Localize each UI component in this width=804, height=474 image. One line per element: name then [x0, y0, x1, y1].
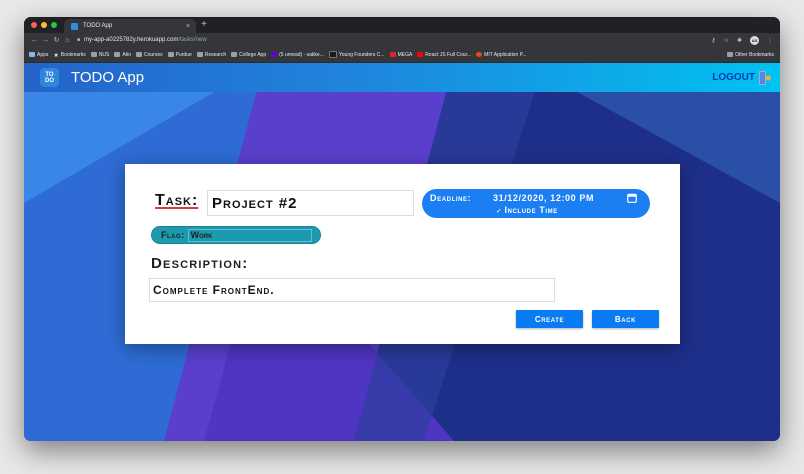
description-label: Description:	[151, 255, 249, 272]
forward-arrow-icon[interactable]: →	[40, 37, 51, 44]
bookmark-label: Courses	[144, 51, 163, 58]
deadline-value: 31/12/2020, 12:00 PM	[493, 193, 595, 203]
include-time-label: Include Time	[504, 205, 558, 215]
bookmark-courses[interactable]: Courses	[136, 52, 163, 58]
url-path: /tasks/new	[178, 37, 207, 43]
bookmark-apps[interactable]: Apps	[29, 52, 48, 58]
minimize-window-button[interactable]	[41, 22, 47, 28]
flag-field: Flag:	[151, 226, 321, 244]
window-controls	[31, 22, 57, 28]
bookmark-label: Other Bookmarks	[735, 51, 774, 58]
create-button[interactable]: Create	[516, 310, 583, 328]
mit-icon	[476, 52, 483, 57]
bookmark-label: Apps	[37, 51, 49, 58]
new-tab-button[interactable]: +	[201, 19, 207, 31]
folder-icon	[136, 52, 142, 57]
todo-favicon-icon	[71, 22, 78, 30]
bookmark-label: Purdue	[175, 51, 192, 58]
bookmark-label: NUS	[98, 51, 110, 58]
folder-icon	[167, 52, 174, 57]
back-arrow-icon[interactable]: ←	[29, 37, 40, 44]
maximize-window-button[interactable]	[51, 22, 57, 28]
bookmarks-bar: Apps ★ Bookmarks NUS Atin Courses Purdue …	[24, 47, 780, 63]
logo-text-bottom: DO	[45, 77, 54, 84]
browser-toolbar: ← → ↻ ⌂ ■ my-app-a0225782y.herokuapp.com…	[24, 33, 780, 47]
url-host: my-app-a0225782y.herokuapp.com	[84, 37, 179, 43]
tab-title: TODO App	[83, 23, 113, 29]
close-window-button[interactable]	[31, 22, 37, 28]
task-name-input[interactable]	[207, 190, 414, 216]
bookmark-label: Atin	[122, 51, 131, 58]
home-icon[interactable]: ⌂	[62, 37, 73, 44]
deadline-picker[interactable]: Deadline: 31/12/2020, 12:00 PM ✓ Include …	[422, 189, 650, 218]
other-bookmarks[interactable]: Other Bookmarks	[727, 52, 774, 58]
key-icon[interactable]: ⚷	[711, 37, 715, 44]
bookmark-label: React JS Full Cour...	[425, 51, 472, 58]
yf-icon	[328, 51, 337, 58]
bookmark-college-app[interactable]: College App	[231, 52, 266, 58]
folder-icon	[114, 52, 121, 57]
include-time-option[interactable]: ✓ Include Time	[496, 205, 558, 215]
app-title: TODO App	[71, 69, 145, 86]
extensions-puzzle-icon[interactable]: ✱	[737, 37, 742, 44]
star-icon: ★	[53, 53, 59, 59]
calendar-icon[interactable]	[627, 193, 637, 203]
bookmark-purdue[interactable]: Purdue	[167, 51, 192, 58]
folder-icon	[727, 52, 734, 57]
browser-tab[interactable]: TODO App ×	[64, 19, 196, 33]
tab-strip: TODO App × +	[24, 17, 780, 33]
task-label: Task:	[155, 192, 199, 209]
folder-icon	[90, 52, 97, 57]
youtube-icon	[417, 52, 424, 57]
bookmark-mega[interactable]: MEGA	[389, 51, 413, 58]
bookmark-yahoo-mail[interactable]: (5 unread) - sakke...	[271, 52, 324, 58]
flag-label: Flag:	[161, 230, 185, 240]
toolbar-actions: ⚷ ☆ ✱ AS ⋮	[711, 35, 773, 45]
profile-avatar[interactable]: AS	[750, 35, 759, 45]
bookmark-nus[interactable]: NUS	[90, 51, 110, 58]
folder-icon	[196, 52, 203, 57]
logout-door-icon	[759, 70, 771, 85]
page-content: TODO TODO App LOGOUT Task: Deadline: 31/…	[24, 63, 780, 441]
flag-input[interactable]	[187, 228, 312, 242]
todo-logo-icon[interactable]: TO DO	[40, 68, 59, 87]
bookmark-react-course[interactable]: React JS Full Cour...	[417, 52, 471, 58]
browser-window: TODO App × + ← → ↻ ⌂ ■ my-app-a0225782y.…	[24, 17, 780, 441]
bookmark-mit-application[interactable]: MIT Application P...	[476, 51, 527, 58]
bookmark-label: Bookmarks	[60, 51, 86, 58]
bookmark-label: MEGA	[397, 51, 413, 58]
bookmark-label: Young Founders C...	[338, 51, 385, 58]
app-header: TO DO TODO App LOGOUT	[24, 63, 780, 92]
logout-label: LOGOUT	[712, 72, 755, 83]
bookmark-bookmarks[interactable]: ★ Bookmarks	[53, 51, 86, 60]
logout-button[interactable]: LOGOUT	[712, 70, 771, 85]
bookmark-label: MIT Application P...	[484, 51, 527, 58]
mega-icon	[389, 52, 396, 57]
address-bar[interactable]: ■ my-app-a0225782y.herokuapp.com/tasks/n…	[77, 35, 207, 46]
deadline-label: Deadline:	[430, 193, 472, 203]
tab-close-icon[interactable]: ×	[186, 23, 190, 30]
bookmark-atin[interactable]: Atin	[114, 52, 131, 58]
reload-icon[interactable]: ↻	[51, 36, 62, 44]
lock-icon: ■	[77, 37, 81, 43]
description-input[interactable]	[149, 278, 555, 302]
yahoo-icon	[271, 52, 278, 57]
more-menu-icon[interactable]: ⋮	[767, 37, 773, 44]
bookmark-label: Research	[204, 51, 227, 58]
bookmark-star-icon[interactable]: ☆	[724, 37, 729, 44]
new-task-form: Task: Deadline: 31/12/2020, 12:00 PM ✓In…	[125, 164, 680, 344]
bookmark-label: College App	[239, 51, 267, 58]
bookmark-label: (5 unread) - sakke...	[279, 51, 324, 58]
bookmark-research[interactable]: Research	[196, 51, 227, 58]
check-icon: ✓	[496, 208, 503, 215]
folder-icon	[231, 52, 238, 57]
back-button[interactable]: Back	[592, 310, 659, 328]
apps-icon	[29, 52, 35, 57]
bookmark-young-founders[interactable]: Young Founders C...	[328, 51, 385, 58]
